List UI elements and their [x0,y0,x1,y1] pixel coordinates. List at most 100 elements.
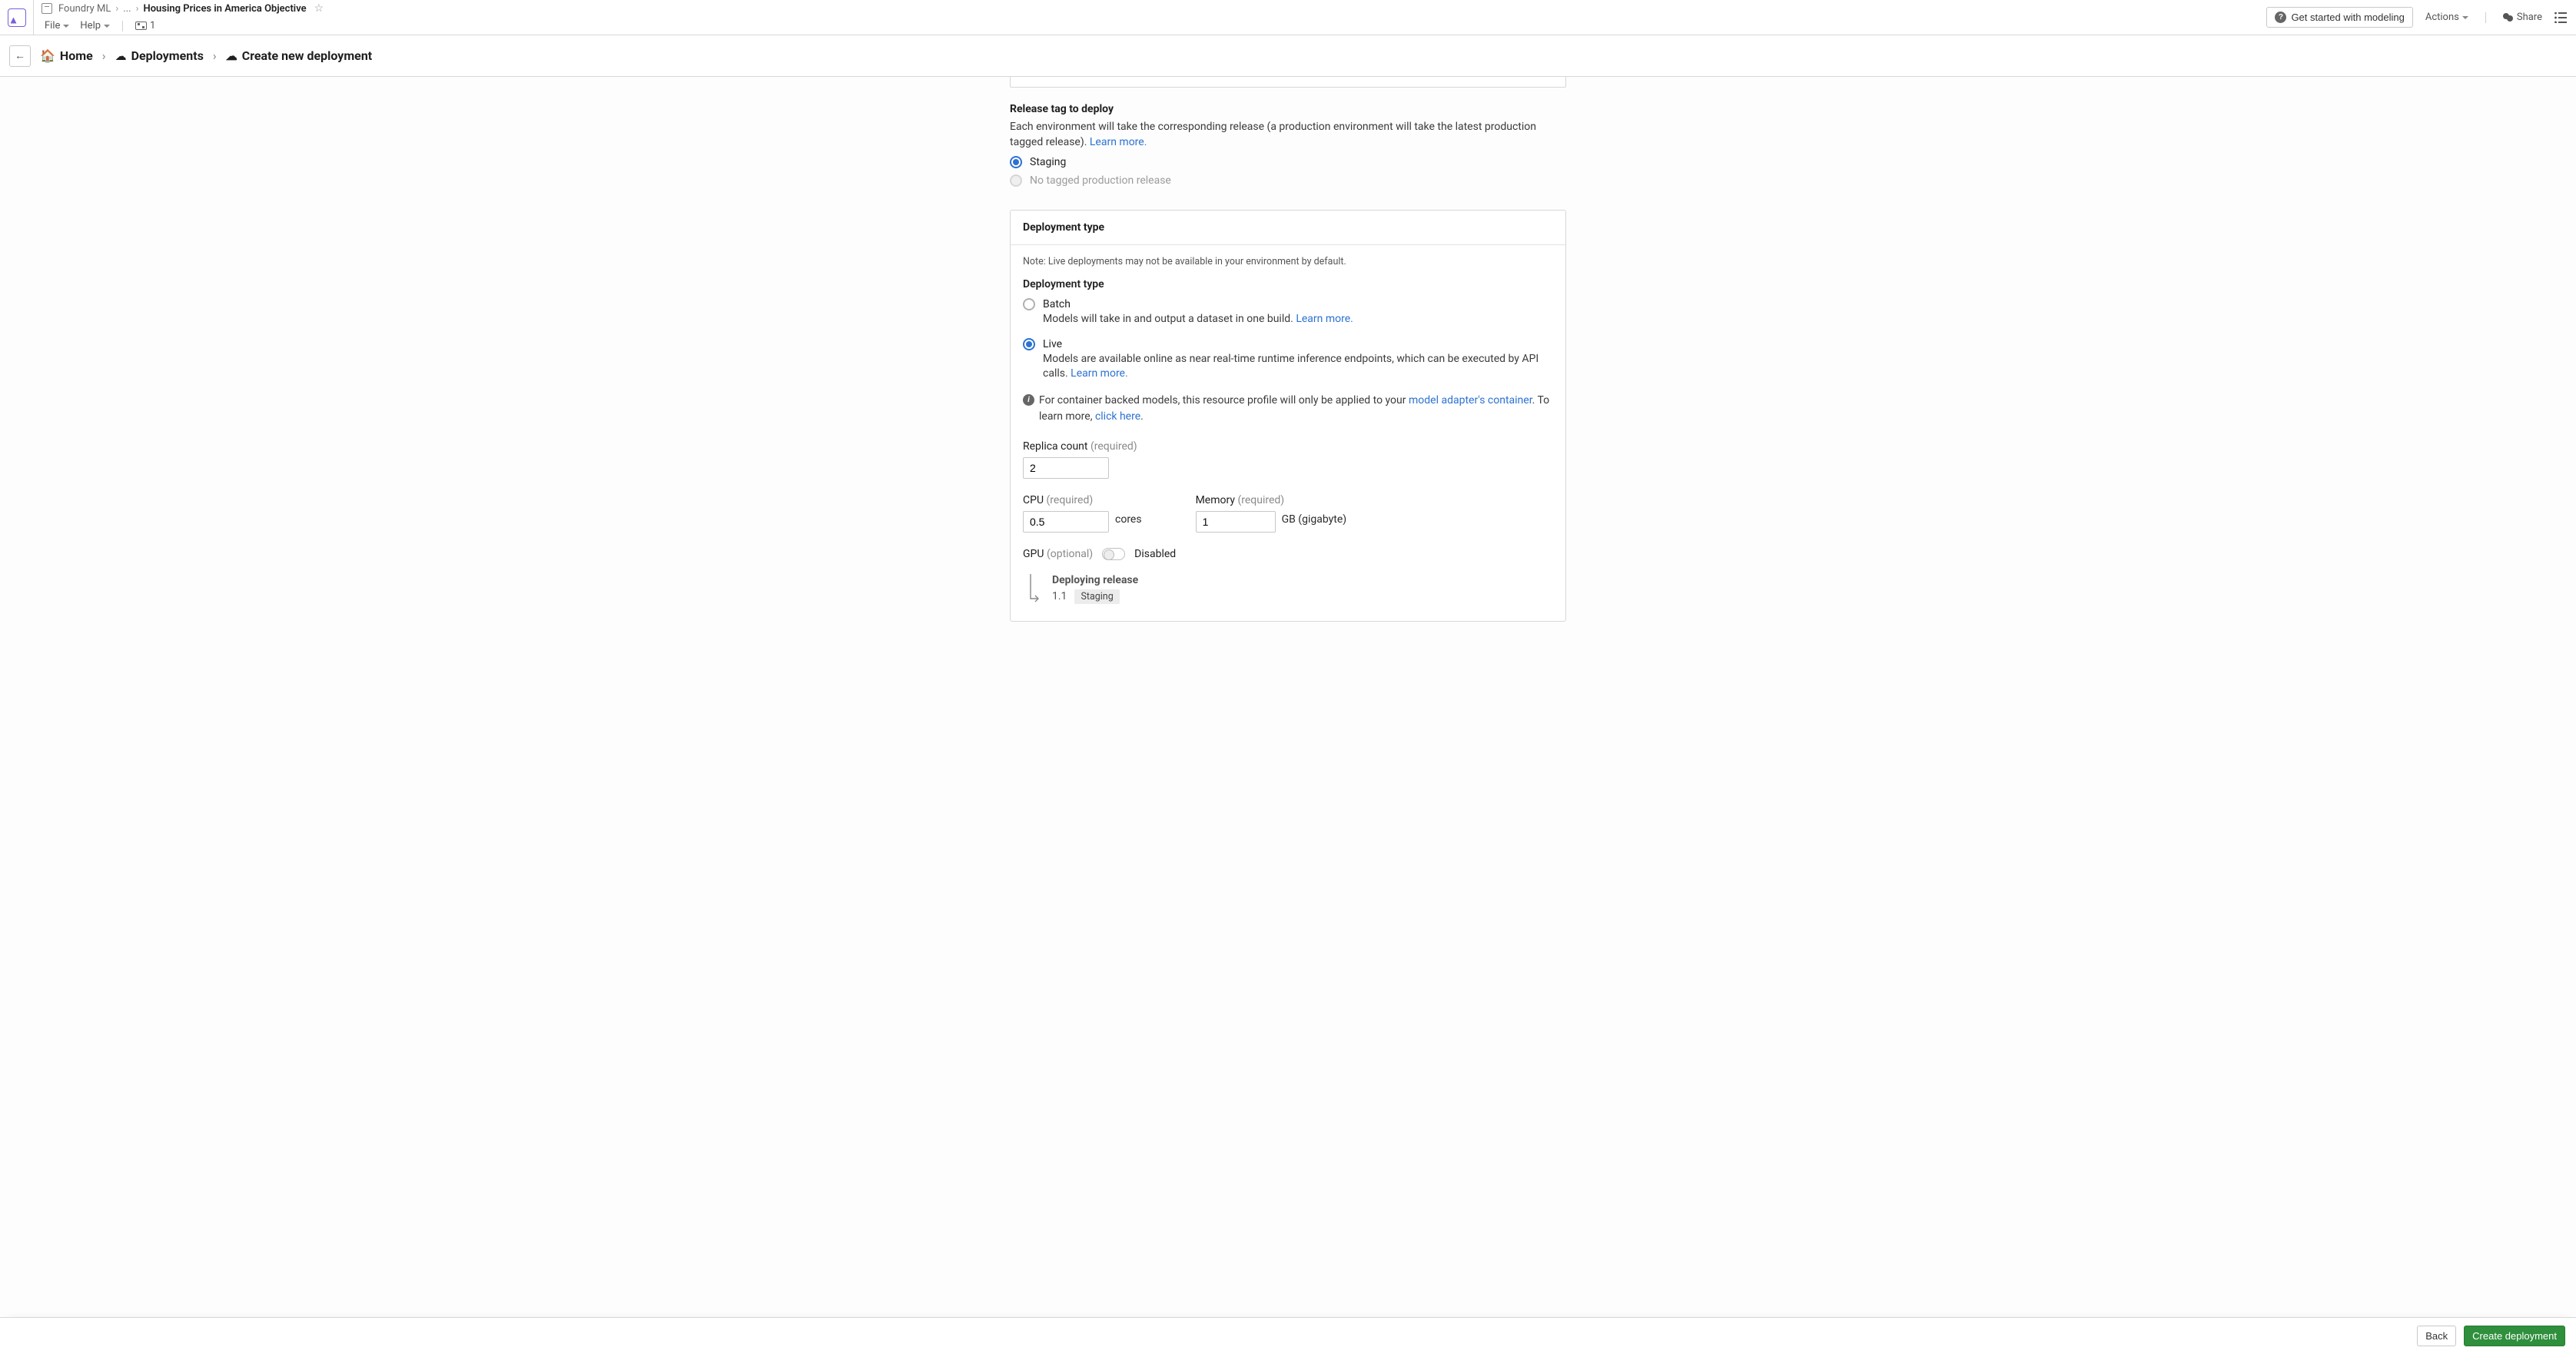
actions-menu[interactable]: Actions [2422,11,2471,24]
deploy-type-batch[interactable]: Batch Models will take in and output a d… [1023,298,1553,327]
release-tag-help: Each environment will take the correspon… [1010,120,1566,150]
release-tag-label: Release tag to deploy [1010,103,1566,115]
back-arrow-button[interactable]: ← [9,45,31,67]
release-tag-help-text: Each environment will take the correspon… [1010,121,1536,148]
menu-help[interactable]: Help [77,19,113,32]
app-logo-icon [8,8,26,27]
replica-required: (required) [1090,440,1137,453]
home-icon: 🏠 [40,48,55,63]
batch-desc: Models will take in and output a dataset… [1043,313,1293,325]
gpu-state: Disabled [1134,548,1176,560]
gpu-toggle[interactable] [1102,548,1125,560]
deploying-version: 1.1 [1052,590,1067,602]
caret-down-icon [2462,16,2468,19]
deploying-release-block: Deploying release 1.1 Staging [1023,574,1553,604]
path-app[interactable]: Foundry ML [58,3,111,15]
app-logo-cell [0,0,34,35]
path-title[interactable]: Housing Prices in America Objective [144,3,307,15]
info-icon: i [1023,394,1034,406]
cutoff-input[interactable] [1010,77,1566,88]
top-right-actions: ? Get started with modeling Actions Shar… [2257,0,2576,35]
deployment-type-label: Deployment type [1023,278,1553,290]
release-opt-production-label: No tagged production release [1030,174,1171,187]
caret-down-icon [104,25,110,28]
radio-selected-icon[interactable] [1010,156,1022,168]
breadcrumb-deployments[interactable]: ☁ Deployments [115,48,204,63]
container-info: i For container backed models, this reso… [1023,393,1553,425]
breadcrumb: 🏠 Home › ☁ Deployments › ☁ Create new de… [40,48,372,63]
memory-required: (required) [1237,494,1284,506]
top-menu-row: File Help 1 [34,18,2257,35]
memory-input[interactable] [1196,511,1276,533]
chevron-right-icon: › [102,48,106,63]
path-ellipsis[interactable]: ... [123,3,131,15]
memory-label: Memory [1196,494,1235,506]
main-scroll[interactable]: Release tag to deploy Each environment w… [0,77,2576,1317]
click-here-link[interactable]: click here [1095,410,1140,423]
replica-input[interactable] [1023,457,1109,479]
menu-file[interactable]: File [41,19,72,32]
replica-label: Replica count [1023,440,1087,453]
resource-icon [41,3,52,14]
breadcrumb-home[interactable]: 🏠 Home [40,48,93,63]
replica-field: Replica count (required) [1023,440,1553,479]
cloud-up-icon: ☁ [226,49,237,63]
flow-count: 1 [150,20,155,32]
get-started-label: Get started with modeling [2291,12,2404,23]
cpu-label: CPU [1023,494,1044,506]
create-deployment-button[interactable]: Create deployment [2464,1326,2565,1346]
footer-bar: Back Create deployment [0,1317,2576,1354]
breadcrumb-bar: ← 🏠 Home › ☁ Deployments › ☁ Create new … [0,35,2576,77]
connector-icon [1026,574,1041,604]
outline-icon[interactable] [2554,12,2567,23]
breadcrumb-current: ☁ Create new deployment [226,48,372,63]
radio-selected-icon[interactable] [1023,338,1035,350]
flow-icon [135,22,147,30]
release-learn-more-link[interactable]: Learn more. [1090,136,1147,148]
divider [2485,12,2486,23]
cpu-unit: cores [1115,513,1142,526]
batch-learn-more-link[interactable]: Learn more. [1296,313,1353,325]
share-button[interactable]: Share [2500,11,2545,24]
breadcrumb-current-label: Create new deployment [242,48,372,63]
deploy-type-live[interactable]: Live Models are available online as near… [1023,338,1553,382]
menu-help-label: Help [80,20,101,32]
cpu-input[interactable] [1023,511,1109,533]
live-title: Live [1043,338,1062,350]
release-opt-production: No tagged production release [1010,174,1566,187]
share-label: Share [2517,12,2542,23]
release-opt-staging[interactable]: Staging [1010,156,1566,168]
arrow-left-icon: ← [15,49,25,62]
cpu-memory-row: CPU (required) cores Memory (required) [1023,494,1553,533]
flow-indicator[interactable]: 1 [132,19,158,32]
chevron-right-icon: › [115,3,118,15]
live-learn-more-link[interactable]: Learn more. [1071,367,1128,380]
share-icon [2503,13,2514,22]
cpu-field: CPU (required) cores [1023,494,1142,533]
memory-field: Memory (required) GB (gigabyte) [1196,494,1347,533]
radio-unselected-icon[interactable] [1023,298,1035,310]
gpu-field: GPU (optional) Disabled [1023,548,1553,560]
breadcrumb-deployments-label: Deployments [131,48,204,63]
top-bar: Foundry ML › ... › Housing Prices in Ame… [0,0,2576,35]
menu-file-label: File [45,20,60,32]
deployment-type-title: Deployment type [1011,211,1565,245]
container-info-end: . [1140,410,1144,423]
memory-unit: GB (gigabyte) [1282,513,1347,526]
breadcrumb-home-label: Home [60,48,93,63]
actions-label: Actions [2425,12,2459,23]
gpu-label: GPU [1023,548,1044,560]
release-opt-staging-label: Staging [1030,156,1066,168]
chevron-right-icon: › [136,3,139,15]
gpu-optional: (optional) [1047,548,1093,560]
back-button[interactable]: Back [2417,1326,2456,1346]
caret-down-icon [63,25,69,28]
divider [122,21,123,32]
top-path-row: Foundry ML › ... › Housing Prices in Ame… [34,0,2257,18]
star-icon[interactable]: ☆ [314,2,324,15]
model-adapter-link[interactable]: model adapter's container [1409,394,1532,407]
get-started-button[interactable]: ? Get started with modeling [2266,7,2412,28]
cloud-up-icon: ☁ [115,49,127,63]
deployment-type-card: Deployment type Note: Live deployments m… [1010,210,1566,622]
deploying-release-title: Deploying release [1052,574,1138,586]
